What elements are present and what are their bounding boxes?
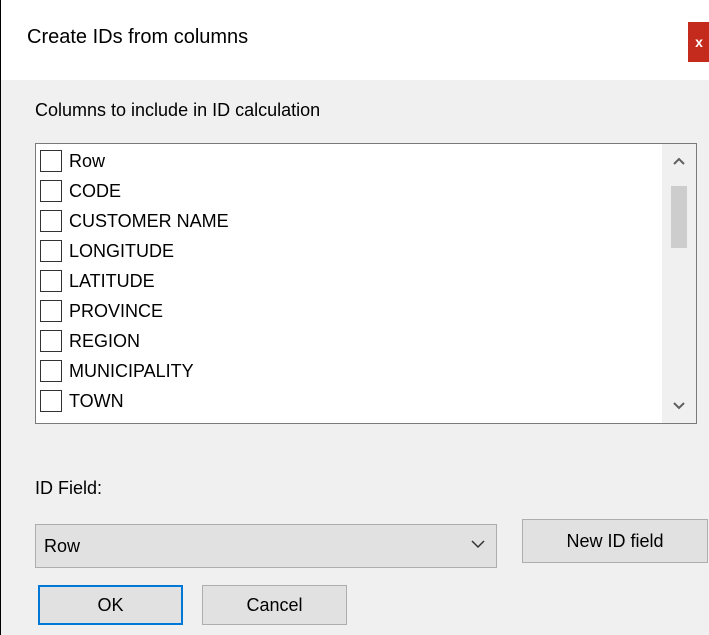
- ok-button[interactable]: OK: [38, 585, 183, 625]
- list-item[interactable]: LONGITUDE: [40, 236, 174, 266]
- scroll-down-button[interactable]: [662, 389, 696, 423]
- chevron-down-icon: [673, 402, 685, 410]
- id-field-selected-value: Row: [44, 536, 81, 556]
- checkbox[interactable]: [40, 210, 62, 232]
- id-field-label: ID Field:: [35, 478, 103, 498]
- close-icon: x: [695, 34, 703, 50]
- list-item-label: PROVINCE: [69, 300, 164, 321]
- window-title: Create IDs from columns: [27, 26, 249, 48]
- columns-label: Columns to include in ID calculation: [35, 100, 321, 120]
- checkbox[interactable]: [40, 270, 62, 292]
- list-item[interactable]: REGION: [40, 326, 140, 356]
- close-button[interactable]: x: [688, 22, 709, 62]
- list-item-label: CODE: [69, 180, 122, 201]
- checkbox[interactable]: [40, 330, 62, 352]
- list-item-label: CUSTOMER NAME: [69, 210, 229, 231]
- cancel-button[interactable]: Cancel: [202, 585, 347, 625]
- vertical-scrollbar[interactable]: [662, 144, 696, 423]
- list-item-label: TOWN: [69, 390, 124, 411]
- list-item[interactable]: MUNICIPALITY: [40, 356, 194, 386]
- list-item[interactable]: CUSTOMER NAME: [40, 206, 229, 236]
- list-item[interactable]: CODE: [40, 176, 121, 206]
- checkbox[interactable]: [40, 300, 62, 322]
- checkbox[interactable]: [40, 360, 62, 382]
- list-item-label: LONGITUDE: [69, 240, 175, 261]
- list-item-label: MUNICIPALITY: [69, 360, 194, 381]
- list-item[interactable]: Row: [40, 146, 105, 176]
- columns-checklist[interactable]: Row CODE CUSTOMER NAME LONGITUDE LATITUD…: [35, 143, 697, 424]
- list-item[interactable]: LATITUDE: [40, 266, 155, 296]
- checkbox[interactable]: [40, 150, 62, 172]
- scroll-up-button[interactable]: [662, 144, 696, 178]
- title-bar: Create IDs from columns x: [1, 0, 709, 80]
- list-item[interactable]: TOWN: [40, 386, 124, 416]
- list-item[interactable]: PROVINCE: [40, 296, 163, 326]
- scrollbar-thumb[interactable]: [671, 186, 687, 248]
- checkbox[interactable]: [40, 180, 62, 202]
- list-item-label: Row: [69, 150, 106, 171]
- dialog-window: Create IDs from columns x Columns to inc…: [0, 0, 709, 635]
- id-field-dropdown[interactable]: Row: [35, 524, 497, 568]
- list-item-label: REGION: [69, 330, 141, 351]
- new-id-field-button[interactable]: New ID field: [522, 519, 708, 563]
- chevron-up-icon: [673, 157, 685, 165]
- checkbox[interactable]: [40, 390, 62, 412]
- list-item-label: LATITUDE: [69, 270, 155, 291]
- chevron-down-icon[interactable]: [470, 533, 486, 558]
- checkbox[interactable]: [40, 240, 62, 262]
